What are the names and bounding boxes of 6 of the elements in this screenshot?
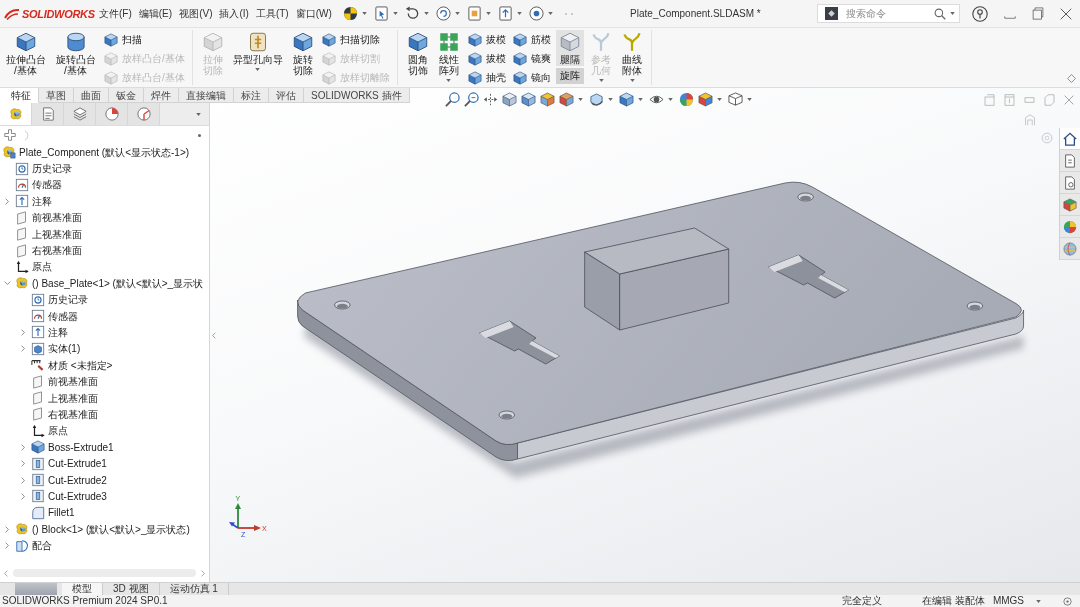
status-text: 在编辑 装配体 [922,595,985,607]
window-title: Plate_Component.SLDASM * [629,8,762,19]
app-logo: SOLIDWORKS [22,7,95,20]
status-text: MMGS [992,595,1024,607]
product-version: SOLIDWORKS Premium 2024 SP0.1 [2,595,169,607]
status-text: 完全定义 [842,595,883,607]
